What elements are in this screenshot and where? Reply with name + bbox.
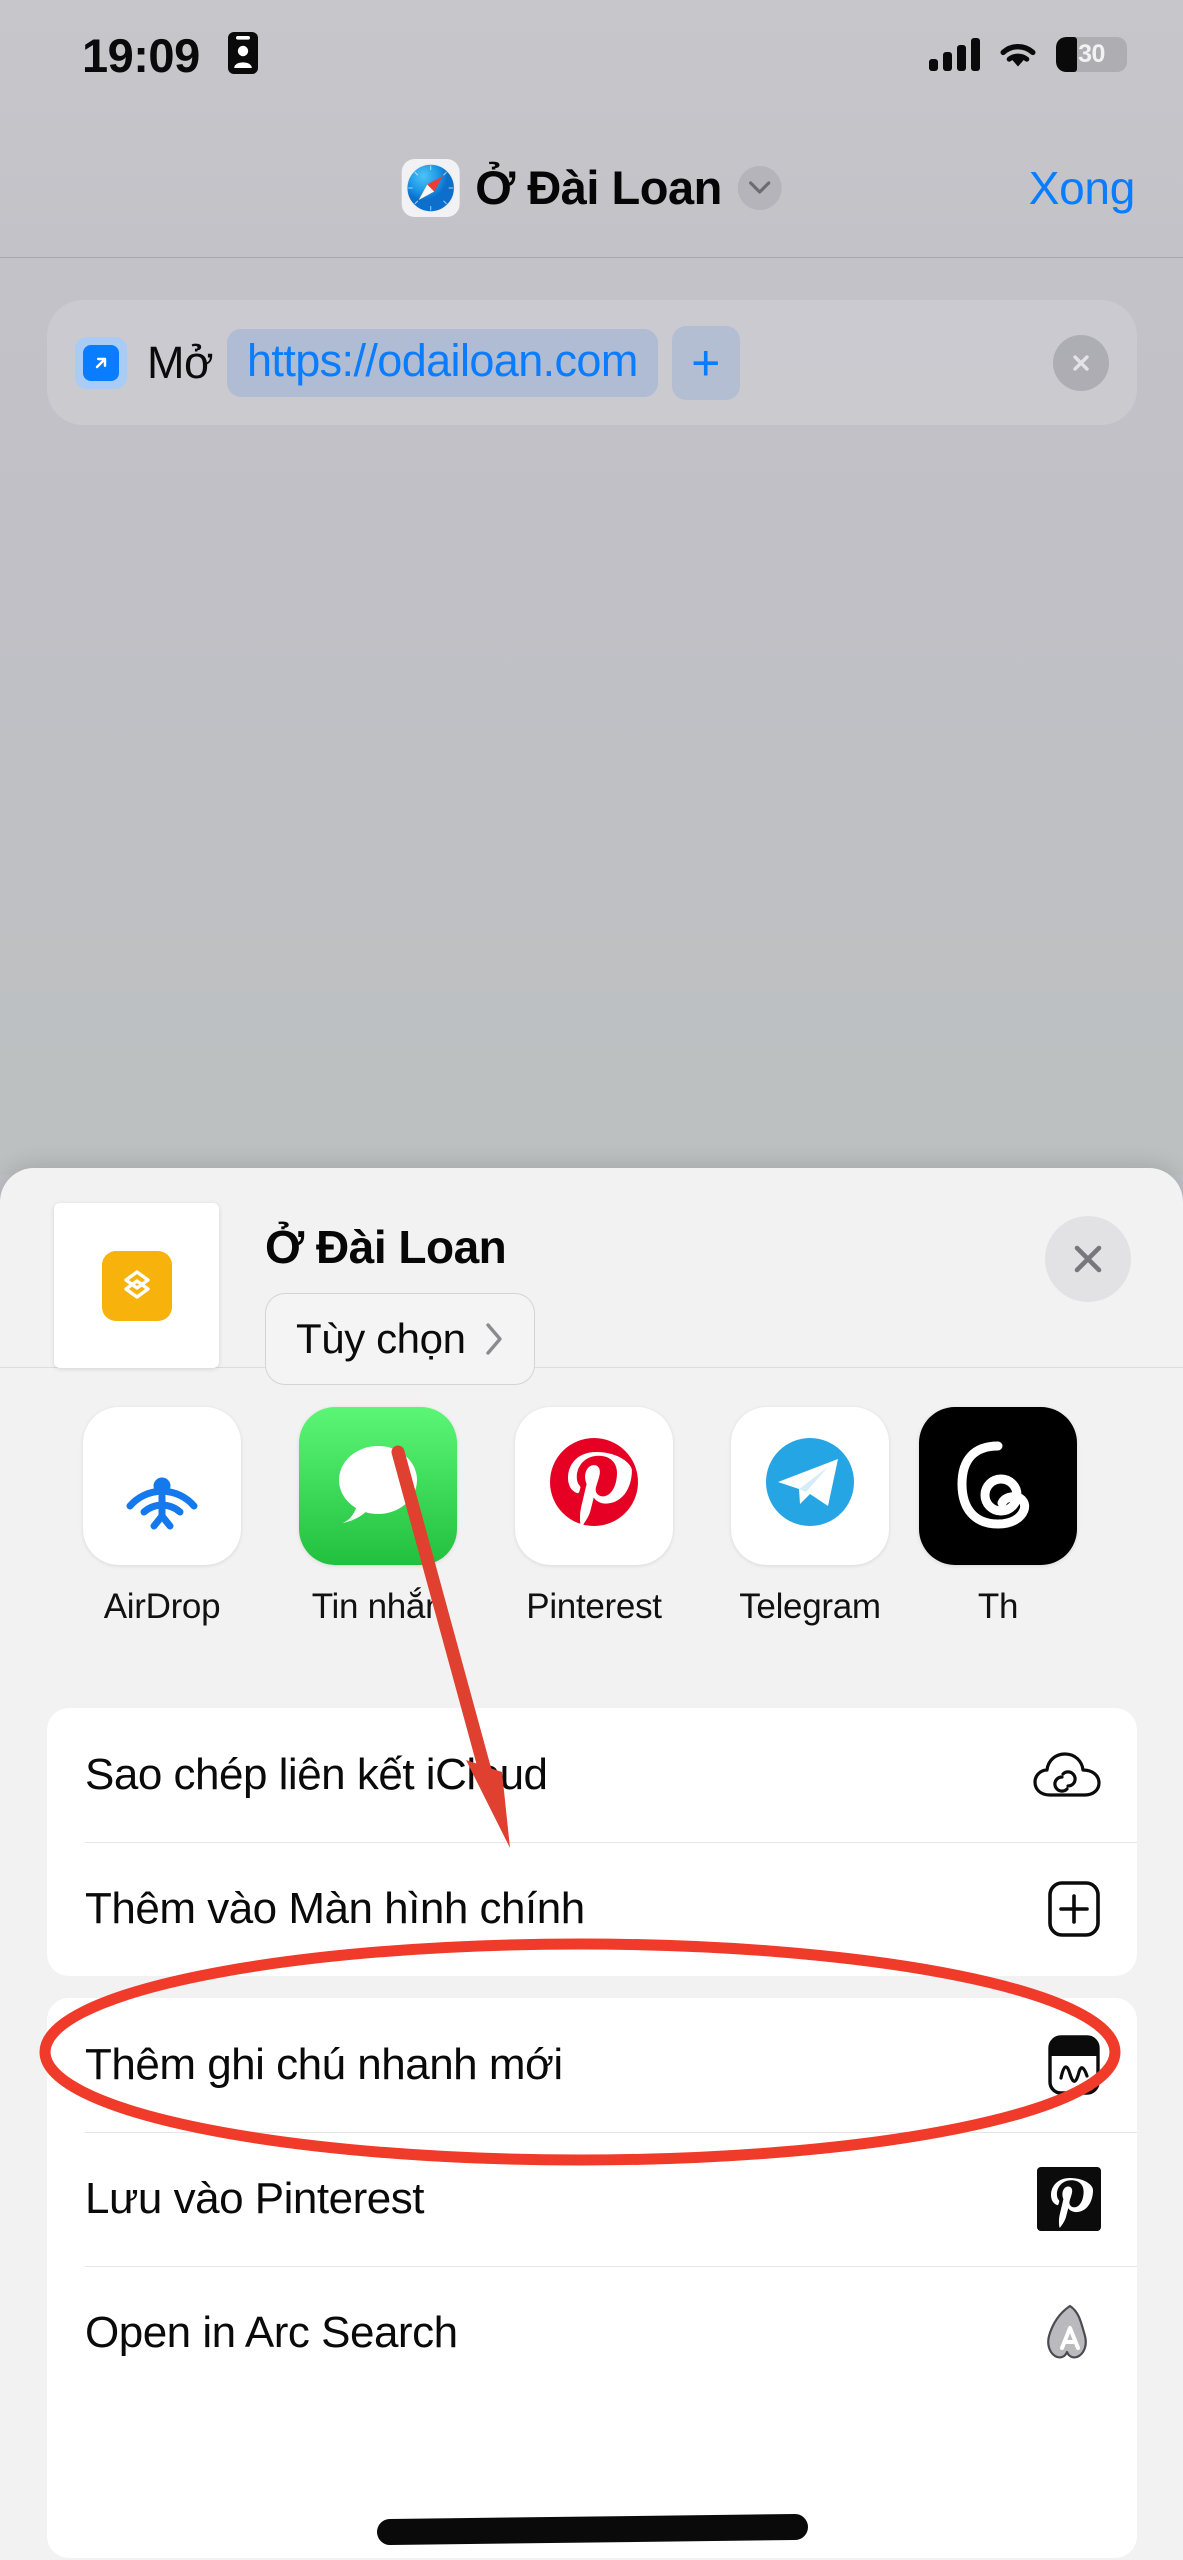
icloud-link-icon: [1033, 1749, 1101, 1801]
battery-percent: 30: [1078, 39, 1105, 68]
list-item-label: Open in Arc Search: [85, 2308, 458, 2357]
shortcut-editor-backdrop: 19:09 30 Ở Đài Loan Xong Mở https://odai…: [0, 0, 1183, 1175]
list-item[interactable]: Lưu vào Pinterest: [47, 2132, 1137, 2266]
shortcut-preview-thumbnail: [54, 1203, 219, 1368]
share-target-messages[interactable]: Tin nhắn: [270, 1407, 486, 1627]
add-variable-button[interactable]: +: [671, 325, 740, 400]
wifi-icon: [1000, 43, 1036, 66]
navigation-bar: Ở Đài Loan Xong: [0, 118, 1183, 258]
battery-icon: 30: [1056, 36, 1127, 72]
share-target-threads[interactable]: Th: [918, 1407, 1078, 1627]
open-url-action-card[interactable]: Mở https://odailoan.com +: [47, 300, 1137, 425]
list-item[interactable]: Thêm vào Màn hình chính: [47, 1842, 1137, 1976]
share-target-telegram[interactable]: Telegram: [702, 1407, 918, 1627]
share-sheet-header: Ở Đài Loan Tùy chọn: [0, 1168, 1183, 1385]
list-item-label: Sao chép liên kết iCloud: [85, 1750, 548, 1799]
share-target-label: Telegram: [739, 1587, 881, 1626]
close-circle-icon[interactable]: [1053, 334, 1109, 391]
list-item-label: Lưu vào Pinterest: [85, 2174, 424, 2223]
status-bar-indicators: 30: [929, 34, 1127, 74]
stacked-layers-icon: [101, 1250, 172, 1321]
share-target-label: Pinterest: [526, 1587, 662, 1626]
share-target-pinterest[interactable]: Pinterest: [486, 1407, 702, 1627]
list-item[interactable]: Thêm ghi chú nhanh mới: [47, 1998, 1137, 2132]
navigation-title-group[interactable]: Ở Đài Loan: [401, 158, 782, 217]
share-action-group-2: Thêm ghi chú nhanh mới Lưu vào Pinterest…: [47, 1998, 1137, 2558]
arrow-up-right-square-icon: [75, 336, 127, 389]
options-label: Tùy chọn: [296, 1315, 466, 1362]
arc-search-icon: [1039, 2302, 1101, 2364]
share-sheet: Ở Đài Loan Tùy chọn AirDrop Tin nhắn Pin…: [0, 1168, 1183, 2560]
share-target-airdrop[interactable]: AirDrop: [54, 1407, 270, 1627]
status-bar: 19:09 30: [0, 0, 1183, 118]
telegram-icon: [731, 1407, 889, 1565]
close-icon[interactable]: [1045, 1216, 1131, 1302]
pinterest-square-icon: [1037, 2167, 1101, 2231]
add-to-home-screen-icon: [1047, 1880, 1101, 1938]
list-item-label: Thêm vào Màn hình chính: [85, 1884, 585, 1933]
airdrop-icon: [83, 1407, 241, 1565]
list-item[interactable]: Sao chép liên kết iCloud: [47, 1708, 1137, 1842]
threads-icon: [919, 1407, 1077, 1565]
pinterest-icon: [515, 1407, 673, 1565]
share-target-label: Th: [977, 1587, 1019, 1626]
share-targets-row[interactable]: AirDrop Tin nhắn Pinterest Telegram Th: [0, 1369, 1183, 1669]
share-target-label: Tin nhắn: [311, 1587, 445, 1626]
list-item[interactable]: Open in Arc Search: [47, 2266, 1137, 2400]
url-token[interactable]: https://odailoan.com: [227, 328, 658, 397]
safari-compass-icon: [401, 158, 460, 217]
status-bar-time: 19:09: [82, 29, 200, 82]
share-target-label: AirDrop: [103, 1587, 221, 1626]
chevron-down-icon[interactable]: [737, 165, 782, 210]
list-item-label: Thêm ghi chú nhanh mới: [85, 2040, 563, 2089]
messages-icon: [299, 1407, 457, 1565]
quick-note-icon: [1047, 2034, 1101, 2096]
page-title: Ở Đài Loan: [475, 161, 722, 214]
share-sheet-title: Ở Đài Loan: [265, 1221, 507, 1273]
cellular-signal-icon: [929, 37, 980, 71]
contact-card-icon: [228, 32, 258, 74]
action-verb-label: Mở: [147, 336, 214, 388]
share-action-group-1: Sao chép liên kết iCloud Thêm vào Màn hì…: [47, 1708, 1137, 1976]
done-button[interactable]: Xong: [1029, 161, 1136, 215]
chevron-right-icon: [485, 1323, 502, 1355]
